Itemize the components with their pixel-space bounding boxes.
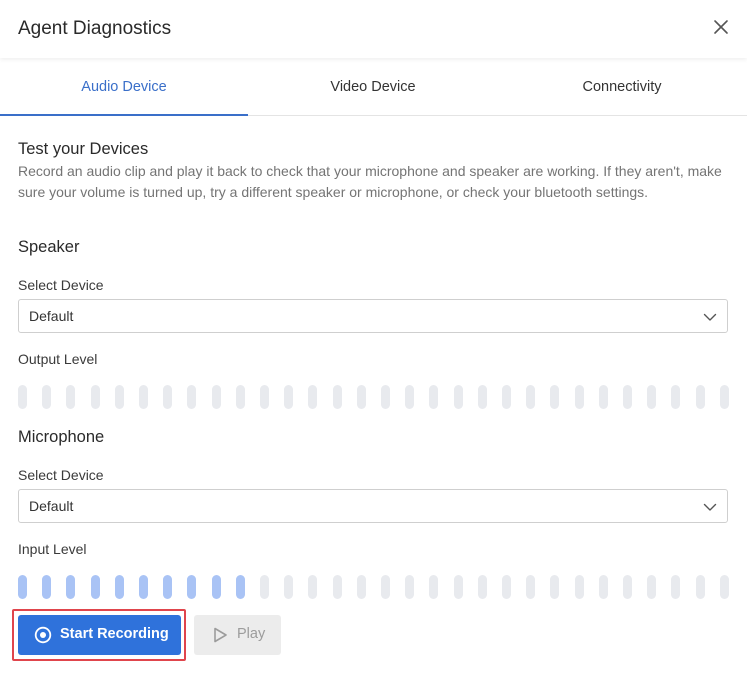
level-bar bbox=[187, 385, 196, 409]
level-bar bbox=[18, 385, 27, 409]
level-bar bbox=[647, 575, 656, 599]
speaker-select-value: Default bbox=[29, 308, 74, 324]
level-bar bbox=[429, 385, 438, 409]
dialog-title: Agent Diagnostics bbox=[18, 18, 172, 39]
level-bar bbox=[139, 385, 148, 409]
level-bar bbox=[236, 385, 245, 409]
level-bar bbox=[526, 575, 535, 599]
level-bar bbox=[212, 385, 221, 409]
level-bar bbox=[66, 575, 75, 599]
record-icon bbox=[34, 626, 52, 644]
level-bar bbox=[550, 575, 559, 599]
level-bar bbox=[696, 385, 705, 409]
start-recording-label: Start Recording bbox=[60, 626, 169, 642]
microphone-select-label: Select Device bbox=[18, 467, 104, 483]
close-button[interactable] bbox=[712, 18, 730, 36]
level-bar bbox=[671, 385, 680, 409]
input-level-label: Input Level bbox=[18, 541, 87, 557]
close-icon bbox=[714, 20, 728, 34]
start-recording-button[interactable]: Start Recording bbox=[18, 615, 181, 655]
level-bar bbox=[260, 385, 269, 409]
level-bar bbox=[575, 575, 584, 599]
level-bar bbox=[333, 385, 342, 409]
level-bar bbox=[236, 575, 245, 599]
level-bar bbox=[18, 575, 27, 599]
speaker-select[interactable]: Default bbox=[18, 299, 728, 333]
level-bar bbox=[671, 575, 680, 599]
level-bar bbox=[623, 385, 632, 409]
level-bar bbox=[599, 385, 608, 409]
level-bar bbox=[163, 575, 172, 599]
level-bar bbox=[478, 575, 487, 599]
level-bar bbox=[720, 575, 729, 599]
level-bar bbox=[405, 385, 414, 409]
level-bar bbox=[478, 385, 487, 409]
microphone-heading: Microphone bbox=[18, 428, 105, 446]
level-bar bbox=[333, 575, 342, 599]
test-devices-description: Record an audio clip and play it back to… bbox=[18, 163, 722, 200]
level-bar bbox=[115, 385, 124, 409]
output-level-label: Output Level bbox=[18, 351, 98, 367]
output-level-meter bbox=[18, 385, 730, 409]
level-bar bbox=[91, 385, 100, 409]
chevron-down-icon bbox=[703, 313, 717, 321]
level-bar bbox=[42, 575, 51, 599]
level-bar bbox=[91, 575, 100, 599]
input-level-meter bbox=[18, 575, 730, 599]
level-bar bbox=[454, 385, 463, 409]
level-bar bbox=[720, 385, 729, 409]
level-bar bbox=[163, 385, 172, 409]
level-bar bbox=[115, 575, 124, 599]
level-bar bbox=[357, 575, 366, 599]
level-bar bbox=[381, 575, 390, 599]
speaker-select-label: Select Device bbox=[18, 277, 104, 293]
level-bar bbox=[454, 575, 463, 599]
agent-diagnostics-dialog: Agent Diagnostics Audio Device Video Dev… bbox=[0, 0, 747, 684]
level-bar bbox=[623, 575, 632, 599]
tab-audio-device[interactable]: Audio Device bbox=[0, 60, 248, 116]
tab-video-device[interactable]: Video Device bbox=[249, 60, 497, 115]
play-button[interactable]: Play bbox=[194, 615, 281, 655]
level-bar bbox=[647, 385, 656, 409]
play-icon bbox=[214, 627, 227, 643]
level-bar bbox=[308, 385, 317, 409]
level-bar bbox=[429, 575, 438, 599]
level-bar bbox=[284, 575, 293, 599]
level-bar bbox=[550, 385, 559, 409]
level-bar bbox=[502, 385, 511, 409]
tab-bar: Audio Device Video Device Connectivity bbox=[0, 60, 747, 116]
level-bar bbox=[284, 385, 293, 409]
microphone-select[interactable]: Default bbox=[18, 489, 728, 523]
level-bar bbox=[308, 575, 317, 599]
level-bar bbox=[357, 385, 366, 409]
chevron-down-icon bbox=[703, 503, 717, 511]
level-bar bbox=[42, 385, 51, 409]
speaker-heading: Speaker bbox=[18, 238, 80, 256]
microphone-select-value: Default bbox=[29, 498, 74, 514]
level-bar bbox=[187, 575, 196, 599]
tab-connectivity[interactable]: Connectivity bbox=[498, 60, 746, 115]
test-devices-heading: Test your Devices bbox=[18, 140, 149, 158]
level-bar bbox=[502, 575, 511, 599]
level-bar bbox=[696, 575, 705, 599]
level-bar bbox=[599, 575, 608, 599]
level-bar bbox=[526, 385, 535, 409]
level-bar bbox=[381, 385, 390, 409]
level-bar bbox=[139, 575, 148, 599]
level-bar bbox=[212, 575, 221, 599]
level-bar bbox=[405, 575, 414, 599]
dialog-header: Agent Diagnostics bbox=[0, 0, 747, 58]
level-bar bbox=[66, 385, 75, 409]
level-bar bbox=[575, 385, 584, 409]
play-label: Play bbox=[237, 626, 266, 642]
level-bar bbox=[260, 575, 269, 599]
